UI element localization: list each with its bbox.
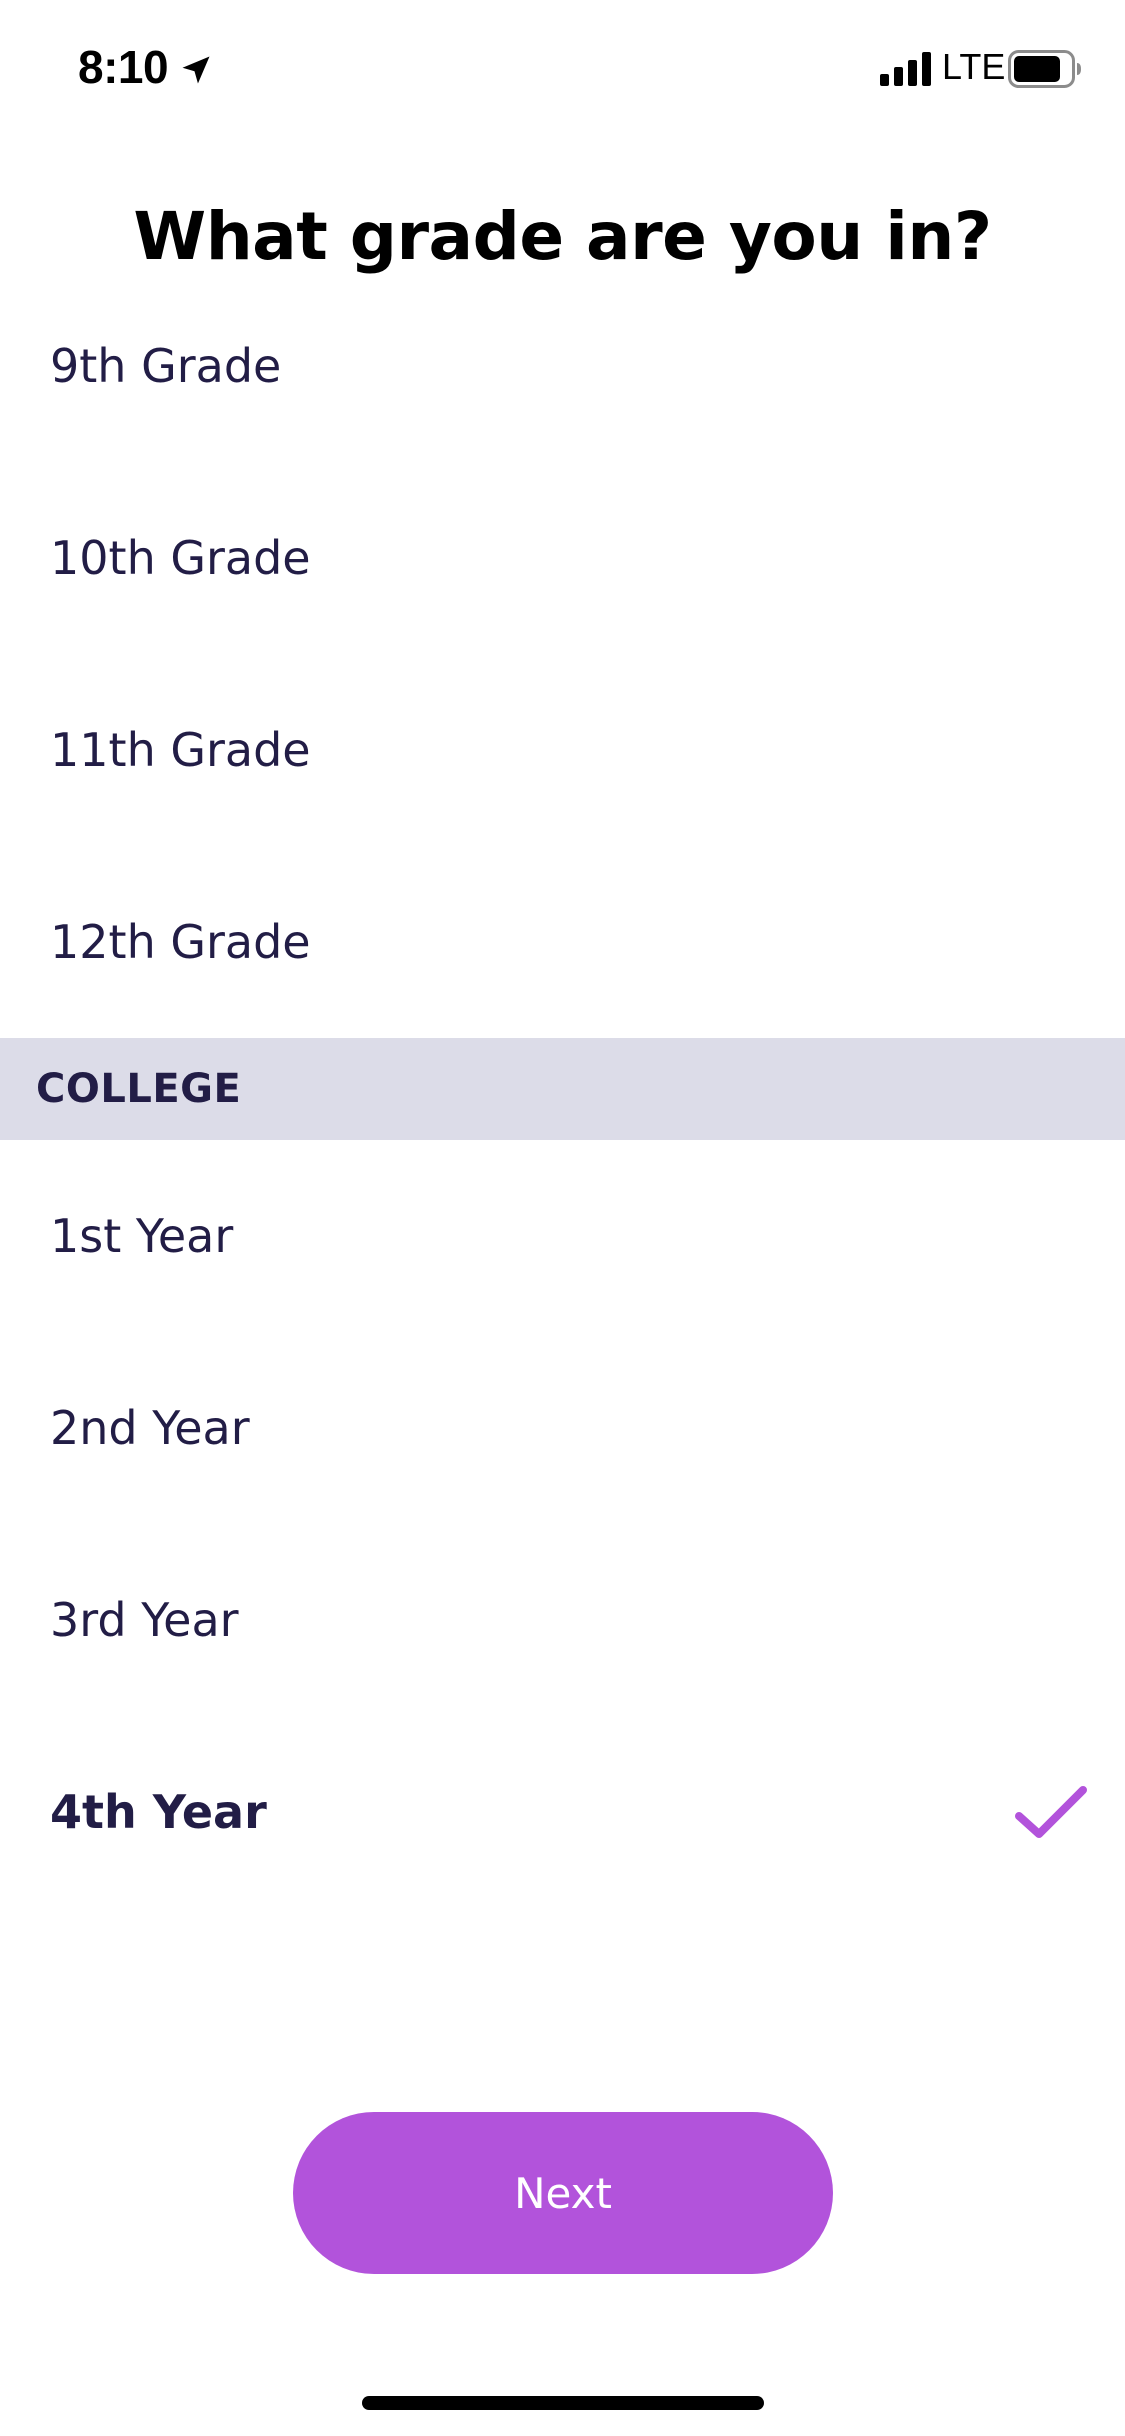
network-type: LTE <box>942 46 1006 87</box>
next-button[interactable]: Next <box>293 2112 833 2274</box>
list-item-2nd-year[interactable]: 2nd Year <box>0 1332 1125 1524</box>
list-item-label: 4th Year <box>50 1785 267 1839</box>
list-item-label: 11th Grade <box>50 723 311 777</box>
location-arrow-icon <box>182 56 210 84</box>
list-item-label: 9th Grade <box>50 339 282 393</box>
grade-list-content: 9th Grade 10th Grade 11th Grade 12th Gra… <box>0 318 1125 1908</box>
list-item-4th-year[interactable]: 4th Year <box>0 1716 1125 1908</box>
list-item-label: 12th Grade <box>50 915 311 969</box>
list-item-label: 3rd Year <box>50 1593 239 1647</box>
grade-list[interactable]: 9th Grade 10th Grade 11th Grade 12th Gra… <box>0 318 1125 2178</box>
list-item-label: 10th Grade <box>50 531 311 585</box>
list-item-label: 2nd Year <box>50 1401 250 1455</box>
status-time: 8:10 <box>78 41 169 93</box>
list-item-1st-year[interactable]: 1st Year <box>0 1140 1125 1332</box>
list-item-3rd-year[interactable]: 3rd Year <box>0 1524 1125 1716</box>
section-header-college: COLLEGE <box>0 1038 1125 1140</box>
list-item-12th-grade[interactable]: 12th Grade <box>0 846 1125 1038</box>
list-item-label: 1st Year <box>50 1209 234 1263</box>
list-item-9th-grade[interactable]: 9th Grade <box>0 318 1125 462</box>
signal-bars-icon <box>880 52 931 86</box>
page-title: What grade are you in? <box>133 198 992 275</box>
status-bar: 8:10 LTE <box>0 0 1125 140</box>
screen: 8:10 LTE What grade are you in? 9th Grad… <box>0 0 1125 2436</box>
battery-icon <box>1008 50 1081 88</box>
home-indicator[interactable] <box>362 2396 764 2410</box>
list-item-10th-grade[interactable]: 10th Grade <box>0 462 1125 654</box>
checkmark-icon <box>1015 1786 1087 1838</box>
list-item-11th-grade[interactable]: 11th Grade <box>0 654 1125 846</box>
